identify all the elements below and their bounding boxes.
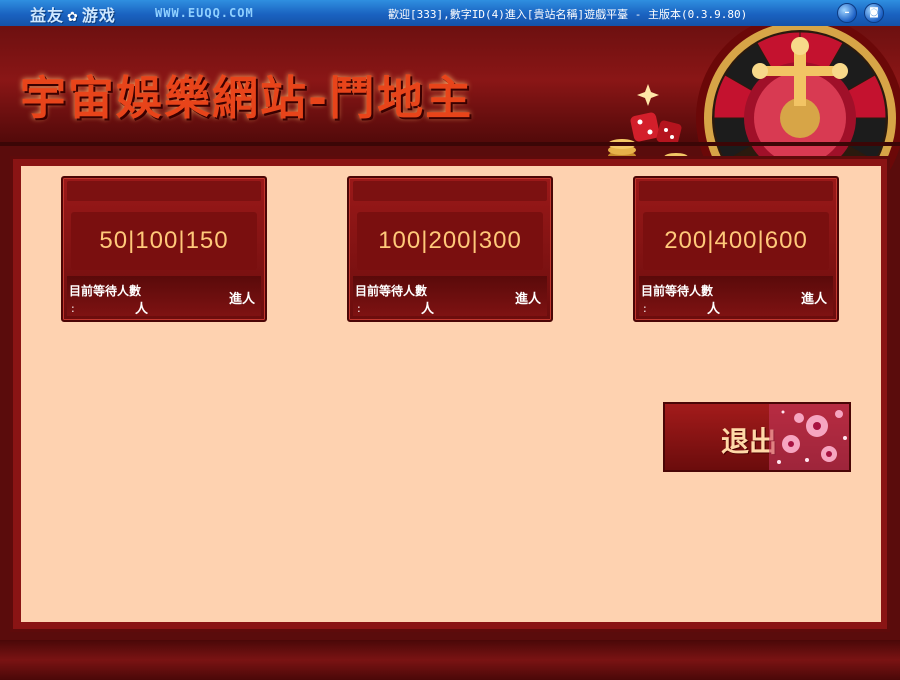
footer-bar [0,640,900,680]
paw-icon: ✿ [67,10,79,25]
room-header-bar [353,181,547,201]
waiting-count-colon: : [71,302,75,315]
room-card[interactable]: 100|200|300 目前等待人數 : 人 進人 [347,176,553,322]
minimize-icon[interactable]: – [837,3,857,23]
enter-room-button[interactable]: 進人 [229,288,255,307]
brand-logo: 益友 ✿ 游戏 [30,2,116,26]
close-icon[interactable]: ◙ [864,3,884,23]
room-stakes: 200|400|600 [643,212,829,270]
room-card[interactable]: 50|100|150 目前等待人數 : 人 進人 [61,176,267,322]
waiting-count-label: 目前等待人數 [355,284,428,298]
site-url: WWW.EUQQ.COM [155,6,254,20]
waiting-count-unit: 人 [421,302,435,317]
room-card[interactable]: 200|400|600 目前等待人數 : 人 進人 [633,176,839,322]
enter-room-button[interactable]: 進人 [515,288,541,307]
header-banner: 宇宙娛樂網站-鬥地主 [0,26,900,172]
title-bar: 益友 ✿ 游戏 WWW.EUQQ.COM 歡迎[333],數字ID(4)進入[貴站名… [0,0,900,26]
room-header-bar [639,181,833,201]
waiting-count-unit: 人 [707,302,721,317]
waiting-count-colon: : [643,302,647,315]
room-stakes: 100|200|300 [357,212,543,270]
flower-pattern-icon [769,404,849,470]
waiting-count-label: 目前等待人數 [69,284,142,298]
window-title: 歡迎[333],數字ID(4)進入[貴站名稱]遊戲平臺 - 主版本(0.3.9.… [388,8,748,21]
roulette-icon [608,26,900,172]
exit-button[interactable]: 退出 [663,402,851,472]
room-header-bar [67,181,261,201]
waiting-count-label: 目前等待人數 [641,284,714,298]
brand-right-text: 游戏 [81,6,116,25]
enter-room-button[interactable]: 進人 [801,288,827,307]
page-title: 宇宙娛樂網站-鬥地主 [20,71,474,125]
waiting-count-unit: 人 [135,302,149,317]
waiting-count-colon: : [357,302,361,315]
brand-left-text: 益友 [30,6,65,25]
room-stakes: 50|100|150 [71,212,257,270]
